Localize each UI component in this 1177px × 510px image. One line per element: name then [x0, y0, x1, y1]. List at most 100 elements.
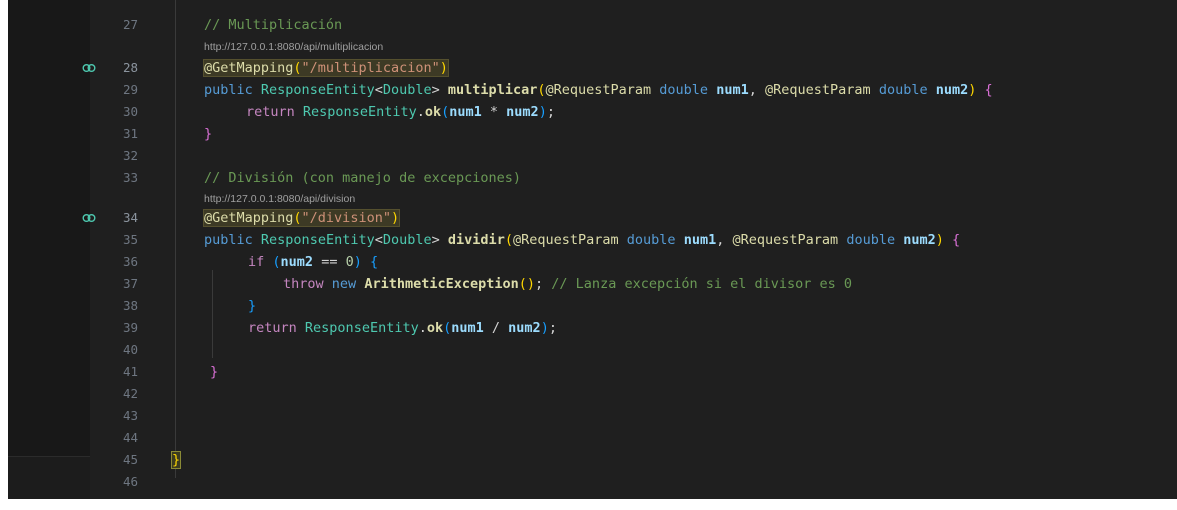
code-editor[interactable]: 27 // Multiplicación http://127.0.0.1:80… — [8, 0, 1177, 499]
code-text: public ResponseEntity<Double> dividir(@R… — [204, 229, 960, 251]
code-text: } — [170, 449, 182, 471]
code-line: 31 } — [8, 123, 1177, 145]
code-token: num1 — [716, 82, 749, 98]
code-line: 46 — [8, 471, 1177, 493]
line-number: 42 — [122, 386, 138, 401]
line-number: 27 — [122, 17, 138, 32]
code-token: double — [659, 82, 709, 98]
code-token: ) — [439, 60, 448, 76]
line-number: 38 — [122, 298, 138, 313]
code-line: 33 // División (con manejo de excepcione… — [8, 167, 1177, 189]
code-line: 36 if (num2 == 0) { — [8, 251, 1177, 273]
line-number: 31 — [122, 126, 138, 141]
code-line: 42 — [8, 383, 1177, 405]
line-number: 32 — [122, 148, 138, 163]
code-line: 39 return ResponseEntity.ok(num1 / num2)… — [8, 317, 1177, 339]
code-token: ResponseEntity — [260, 82, 375, 98]
line-number: 44 — [122, 430, 138, 445]
code-line: 32 — [8, 145, 1177, 167]
code-token: / — [483, 320, 509, 336]
code-token: @RequestParam — [732, 232, 839, 248]
code-token: ; — [548, 320, 557, 336]
code-token: num2 — [935, 82, 969, 98]
code-token: { — [952, 232, 961, 248]
comment: // División (con manejo de excepciones) — [204, 170, 521, 186]
code-line: 30 return ResponseEntity.ok(num1 * num2)… — [8, 101, 1177, 123]
line-number: 37 — [122, 276, 138, 291]
line-number: 33 — [122, 170, 138, 185]
code-token: @RequestParam — [545, 82, 652, 98]
code-token: Double — [382, 232, 432, 248]
code-line: 43 — [8, 405, 1177, 427]
code-token: > — [431, 232, 440, 248]
code-line: 29 public ResponseEntity<Double> multipl… — [8, 79, 1177, 101]
comment: // Multiplicación — [204, 17, 343, 33]
code-token: return — [246, 104, 295, 120]
code-token: ) — [353, 254, 362, 270]
matched-brace: } — [170, 451, 182, 469]
code-token: ok — [426, 320, 444, 336]
code-token: double — [846, 232, 896, 248]
code-token: == — [313, 254, 346, 270]
code-text: // División (con manejo de excepciones) — [204, 167, 521, 189]
code-line: 35 public ResponseEntity<Double> dividir… — [8, 229, 1177, 251]
code-token: ; — [546, 104, 555, 120]
code-line: 44 — [8, 427, 1177, 449]
code-text: public ResponseEntity<Double> multiplica… — [204, 79, 993, 101]
codelens-link-division[interactable]: http://127.0.0.1:8080/api/division — [204, 192, 355, 207]
code-token: "/division" — [301, 210, 391, 226]
code-token: "/multiplicacion" — [301, 60, 440, 76]
code-token: } — [210, 364, 219, 380]
code-token: < — [374, 232, 383, 248]
code-token: { — [370, 254, 379, 270]
code-token: num1 — [451, 320, 484, 336]
code-token: return — [248, 320, 297, 336]
code-token: multiplicar — [447, 82, 538, 98]
code-token: ) — [935, 232, 944, 248]
code-token: @GetMapping — [204, 210, 294, 226]
code-token: ResponseEntity — [304, 320, 419, 336]
line-number: 30 — [122, 104, 138, 119]
code-token: num2 — [280, 254, 314, 270]
code-line: 34 @GetMapping("/division") — [8, 207, 1177, 229]
code-token: . — [416, 104, 425, 120]
code-token: // Lanza excepción si el divisor es 0 — [551, 276, 853, 292]
code-token: , — [716, 232, 725, 248]
code-token: > — [431, 82, 440, 98]
code-token: @RequestParam — [765, 82, 871, 98]
codelens-link-multiplicacion[interactable]: http://127.0.0.1:8080/api/multiplicacion — [204, 40, 383, 55]
code-token: num1 — [683, 232, 717, 248]
code-text: return ResponseEntity.ok(num1 / num2); — [248, 317, 557, 339]
code-text: // Multiplicación — [204, 14, 342, 36]
code-token: num2 — [506, 104, 539, 120]
code-token: ) — [390, 210, 400, 226]
line-number: 46 — [122, 474, 138, 489]
code-line: 37 throw new ArithmeticException(); // L… — [8, 273, 1177, 295]
code-line: 28 @GetMapping("/multiplicacion") — [8, 57, 1177, 79]
code-token: * — [481, 104, 507, 120]
code-text: } — [204, 123, 212, 145]
code-token: ( — [293, 210, 302, 226]
code-line: 45 } — [8, 449, 1177, 471]
code-text: } — [248, 295, 256, 317]
line-number: 45 — [122, 452, 138, 467]
code-line: 38 } — [8, 295, 1177, 317]
code-token: () — [518, 276, 536, 292]
code-line: 41 } — [8, 361, 1177, 383]
code-token: ) — [968, 82, 977, 98]
code-text: return ResponseEntity.ok(num1 * num2); — [246, 101, 555, 123]
code-token: @RequestParam — [512, 232, 619, 248]
code-token: new — [331, 276, 357, 292]
code-token: num2 — [903, 232, 936, 248]
code-token: 0 — [345, 254, 354, 270]
line-number: 28 — [122, 60, 138, 75]
line-number: 43 — [122, 408, 138, 423]
code-token: . — [418, 320, 427, 336]
code-token: ResponseEntity — [260, 232, 375, 248]
code-token: throw — [283, 276, 324, 292]
code-token: ok — [424, 104, 442, 120]
code-token: Double — [382, 82, 432, 98]
code-token: } — [248, 298, 257, 314]
code-token: @GetMapping("/division") — [202, 209, 401, 227]
code-token: } — [204, 126, 213, 142]
